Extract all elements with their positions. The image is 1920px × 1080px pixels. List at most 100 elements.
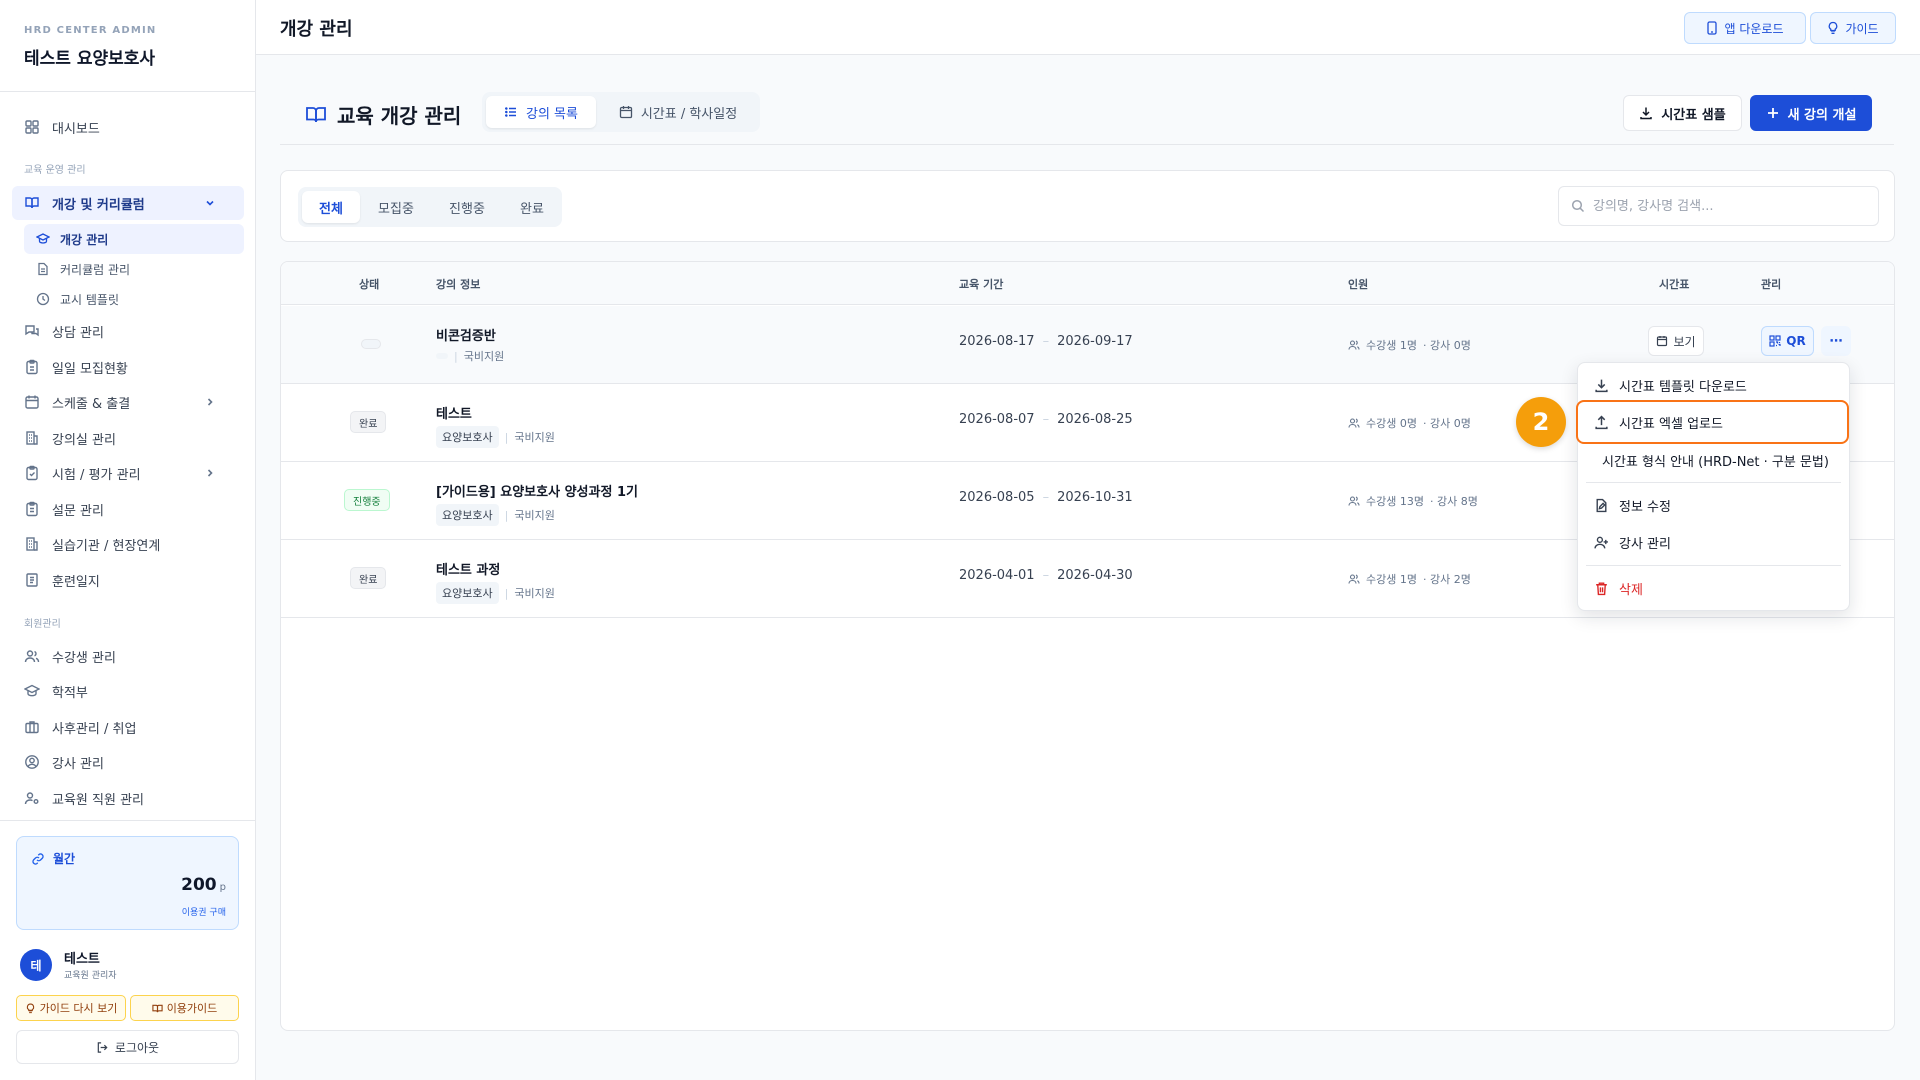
nav-training-log[interactable]: 훈련일지 [12,563,244,597]
list-icon [504,105,518,119]
new-course-label: 새 강의 개설 [1787,107,1857,123]
course-name[interactable]: [가이드용] 요양보호사 양성과정 1기 [436,481,638,500]
separator: | [504,430,509,444]
menu-item-template-download[interactable]: 시간표 템플릿 다운로드 [1578,368,1849,402]
course-name[interactable]: 테스트 과정 [436,559,500,578]
nav-curriculum-group[interactable]: 개강 및 커리큘럼 [12,186,244,220]
user-circle-icon [24,754,40,770]
guide-label: 가이드 [1845,21,1879,36]
nav-label: 상담 관리 [52,325,104,341]
view-timetable-button[interactable]: 보기 [1648,326,1704,356]
sub-item-label: 커리큘럼 관리 [60,262,131,277]
people-count: 수강생 13명 · 강사 8명 [1348,493,1478,509]
usage-guide-button[interactable]: 이용가이드 [130,995,239,1021]
filter-tab-completed[interactable]: 완료 [506,191,558,223]
usage-guide-label: 이용가이드 [166,1002,218,1015]
notebook-icon [24,572,40,588]
filter-tab-recruiting[interactable]: 모집중 [364,191,428,223]
logout-icon [96,1041,109,1054]
search-icon [1571,199,1585,213]
guide-button[interactable]: 가이드 [1810,12,1896,44]
nav-classroom[interactable]: 강의실 관리 [12,421,244,455]
people-count: 수강생 0명 · 강사 0명 [1348,415,1471,431]
guide-again-button[interactable]: 가이드 다시 보기 [16,995,126,1021]
sub-item-course-open[interactable]: 개강 관리 [24,224,244,254]
filter-tab-all[interactable]: 전체 [302,191,360,223]
users-icon [1348,417,1360,429]
new-course-button[interactable]: 새 강의 개설 [1750,95,1872,131]
sidebar-divider [0,91,256,92]
funding-label: 국비지원 [514,587,555,600]
nav-schedule-attendance[interactable]: 스케줄 & 출결 [12,385,244,419]
menu-item-format-guide[interactable]: 시간표 형식 안내 (HRD-Net · 구분 문법) [1578,443,1849,477]
sidebar: HRD CENTER ADMIN 테스트 요양보호사 대시보드 교육 운영 관리… [0,0,256,1080]
teacher-count: · 강사 8명 [1429,495,1478,508]
chevron-right-icon [202,465,218,481]
sub-item-label: 교시 템플릿 [60,292,120,307]
menu-item-instructor-manage[interactable]: 강사 관리 [1578,525,1849,559]
nav-practice-sites[interactable]: 실습기관 / 현장연계 [12,527,244,561]
nav-staff[interactable]: 교육원 직원 관리 [12,781,244,815]
nav-aftercare-jobs[interactable]: 사후관리 / 취업 [12,710,244,744]
menu-item-label: 삭제 [1619,582,1643,598]
search-box [1558,186,1879,226]
highlight-box [1576,400,1849,444]
nav-survey[interactable]: 설문 관리 [12,492,244,526]
col-people: 인원 [1348,278,1369,291]
buy-pass-link[interactable]: 이용권 구매 [182,905,226,918]
nav-exam-eval[interactable]: 시험 / 평가 관리 [12,456,244,490]
teacher-count: · 강사 0명 [1422,417,1471,430]
logout-label: 로그아웃 [114,1040,160,1055]
nav-academic-records[interactable]: 학적부 [12,674,244,708]
nav-label: 스케줄 & 출결 [52,396,131,412]
plan-card: 월간 200 p 이용권 구매 [16,836,239,930]
nav-label: 실습기관 / 현장연계 [52,538,161,554]
category-tag [436,353,448,359]
user-plus-icon [1593,534,1609,550]
timetable-sample-button[interactable]: 시간표 샘플 [1623,95,1742,131]
graduation-cap-icon [36,232,50,246]
nav-dashboard-label: 대시보드 [52,121,100,137]
nav-daily-recruitment[interactable]: 일일 모집현황 [12,350,244,384]
course-name[interactable]: 테스트 [436,403,472,422]
section-ops-label: 교육 운영 관리 [24,165,86,176]
more-options-button[interactable]: ⋯ [1821,326,1851,356]
view-tabs: 강의 목록 시간표 / 학사일정 [482,92,760,132]
sub-item-period-template[interactable]: 교시 템플릿 [24,284,244,314]
nav-instructors[interactable]: 강사 관리 [12,745,244,779]
nav-consultation[interactable]: 상담 관리 [12,314,244,348]
guide-again-label: 가이드 다시 보기 [39,1002,118,1015]
plan-label-text: 월간 [53,852,76,866]
users-icon [24,648,40,664]
sub-item-curriculum[interactable]: 커리큘럼 관리 [24,254,244,284]
teacher-count-text: 강사 0명 [1429,417,1471,430]
trash-icon [1593,580,1609,596]
top-header: 개강 관리 앱 다운로드 가이드 [256,0,1920,55]
qr-button[interactable]: QR [1761,326,1814,356]
menu-item-delete[interactable]: 삭제 [1578,571,1849,605]
start-date: 2026-08-17 [959,334,1035,349]
tab-course-list[interactable]: 강의 목록 [486,96,596,128]
grid-icon [24,119,40,135]
menu-item-edit-info[interactable]: 정보 수정 [1578,488,1849,522]
nav-label: 일일 모집현황 [52,361,128,377]
header-divider [280,144,1894,145]
search-input[interactable] [1593,198,1863,214]
nav-label: 학적부 [52,685,88,701]
clock-icon [36,292,50,306]
logout-button[interactable]: 로그아웃 [16,1030,239,1064]
qr-code-icon [1769,335,1781,347]
app-download-button[interactable]: 앱 다운로드 [1684,12,1806,44]
clipboard-icon [24,359,40,375]
filter-tab-in-progress[interactable]: 진행중 [432,191,502,223]
tab-timetable[interactable]: 시간표 / 학사일정 [600,96,756,128]
nav-dashboard[interactable]: 대시보드 [12,110,244,144]
people-count: 수강생 1명 · 강사 0명 [1348,337,1471,353]
course-name[interactable]: 비콘검증반 [436,325,496,344]
student-count: 수강생 13명 [1366,495,1424,508]
nav-label: 수강생 관리 [52,650,116,666]
nav-label: 교육원 직원 관리 [52,792,144,808]
briefcase-icon [24,719,40,735]
menu-item-label: 강사 관리 [1619,536,1671,552]
nav-students[interactable]: 수강생 관리 [12,639,244,673]
